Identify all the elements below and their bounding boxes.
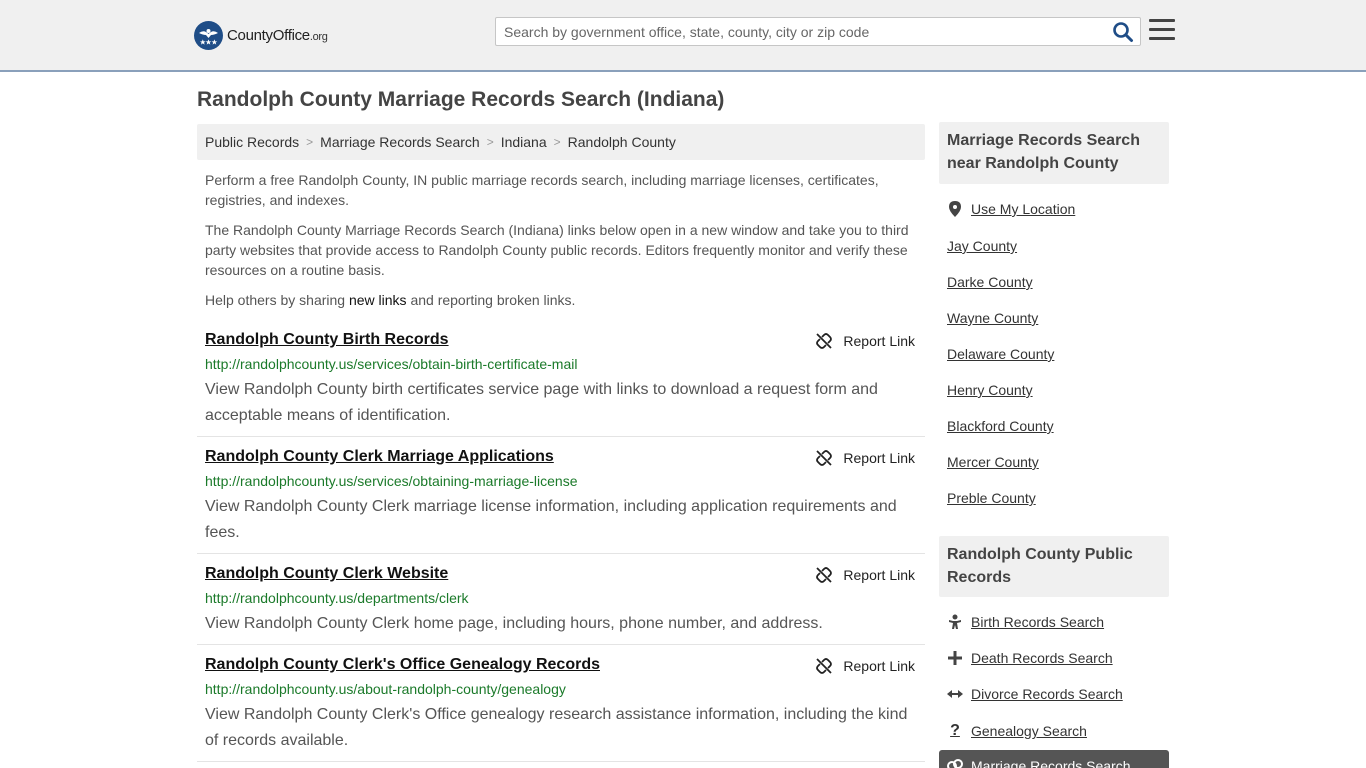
public-records-heading: Randolph County Public Records: [939, 536, 1169, 597]
result-item: Randolph County Clerk Marriage Applicati…: [197, 448, 925, 554]
chevron-right-icon: >: [306, 135, 314, 149]
search-input[interactable]: [496, 18, 1106, 45]
nearby-county-link[interactable]: Preble County: [947, 490, 1036, 506]
page-title: Randolph County Marriage Records Search …: [197, 88, 725, 111]
search-box: [495, 17, 1141, 46]
result-url[interactable]: http://randolphcounty.us/services/obtain…: [205, 473, 578, 489]
marriage-records-search-link-active[interactable]: Marriage Records Search: [939, 750, 1169, 768]
baby-icon: [947, 614, 963, 630]
breadcrumb-public-records[interactable]: Public Records: [205, 134, 299, 150]
rings-icon: [947, 758, 963, 768]
site-header: CountyOffice.org: [0, 0, 1366, 72]
breadcrumb-current: Randolph County: [567, 134, 676, 150]
breadcrumb-indiana[interactable]: Indiana: [501, 134, 547, 150]
result-item: Randolph County Birth Records Report Lin…: [197, 331, 925, 437]
use-my-location-link[interactable]: Use My Location: [947, 201, 1075, 217]
result-description: View Randolph County Clerk's Office gene…: [205, 706, 908, 749]
report-link-button[interactable]: Report Link: [816, 450, 915, 466]
result-title-link[interactable]: Randolph County Clerk's Office Genealogy…: [205, 656, 600, 674]
result-item: Randolph County Clerk Website Report Lin…: [197, 565, 925, 645]
broken-link-icon: [816, 450, 833, 466]
chevron-right-icon: >: [553, 135, 561, 149]
nearby-county-link[interactable]: Blackford County: [947, 418, 1054, 434]
report-link-button[interactable]: Report Link: [816, 333, 915, 349]
death-records-search-link[interactable]: Death Records Search: [947, 650, 1113, 666]
search-icon: [1113, 22, 1133, 42]
result-title-link[interactable]: Randolph County Clerk Marriage Applicati…: [205, 448, 554, 466]
disclaimer-paragraph: The Randolph County Marriage Records Sea…: [205, 222, 909, 278]
result-description: View Randolph County Clerk marriage lice…: [205, 498, 897, 541]
arrows-split-icon: [947, 688, 963, 700]
broken-link-icon: [816, 333, 833, 349]
site-logo[interactable]: CountyOffice.org: [194, 20, 328, 50]
breadcrumb: Public Records > Marriage Records Search…: [197, 124, 925, 160]
divorce-records-search-link[interactable]: Divorce Records Search: [947, 686, 1123, 702]
breadcrumb-marriage-records-search[interactable]: Marriage Records Search: [320, 134, 480, 150]
result-description: View Randolph County birth certificates …: [205, 381, 878, 424]
result-title-link[interactable]: Randolph County Birth Records: [205, 331, 449, 349]
nearby-county-link[interactable]: Mercer County: [947, 454, 1039, 470]
nearby-county-link[interactable]: Wayne County: [947, 310, 1038, 326]
result-item: Randolph County Clerk's Office Genealogy…: [197, 656, 925, 762]
birth-records-search-link[interactable]: Birth Records Search: [947, 614, 1104, 630]
nearby-heading: Marriage Records Search near Randolph Co…: [939, 122, 1169, 184]
menu-button[interactable]: [1149, 19, 1175, 42]
map-pin-icon: [947, 201, 963, 217]
cross-icon: [947, 651, 963, 665]
nearby-county-link[interactable]: Darke County: [947, 274, 1033, 290]
result-url[interactable]: http://randolphcounty.us/about-randolph-…: [205, 681, 566, 697]
intro-paragraph: Perform a free Randolph County, IN publi…: [205, 172, 879, 208]
result-description: View Randolph County Clerk home page, in…: [205, 615, 823, 632]
genealogy-search-link[interactable]: ? Genealogy Search: [947, 722, 1087, 740]
question-icon: ?: [950, 722, 960, 739]
seal-icon: [194, 20, 223, 50]
report-link-button[interactable]: Report Link: [816, 567, 915, 583]
new-links-link[interactable]: new links: [349, 292, 407, 308]
broken-link-icon: [816, 658, 833, 674]
chevron-right-icon: >: [486, 135, 494, 149]
hamburger-icon: [1149, 19, 1175, 22]
nearby-county-link[interactable]: Jay County: [947, 238, 1017, 254]
result-url[interactable]: http://randolphcounty.us/services/obtain…: [205, 356, 577, 372]
result-url[interactable]: http://randolphcounty.us/departments/cle…: [205, 590, 469, 606]
nearby-county-link[interactable]: Henry County: [947, 382, 1033, 398]
share-paragraph: Help others by sharing new links and rep…: [205, 292, 576, 308]
report-link-button[interactable]: Report Link: [816, 658, 915, 674]
logo-text: CountyOffice.org: [227, 26, 328, 44]
search-button[interactable]: [1112, 21, 1136, 43]
nearby-county-link[interactable]: Delaware County: [947, 346, 1054, 362]
broken-link-icon: [816, 567, 833, 583]
result-title-link[interactable]: Randolph County Clerk Website: [205, 565, 448, 583]
